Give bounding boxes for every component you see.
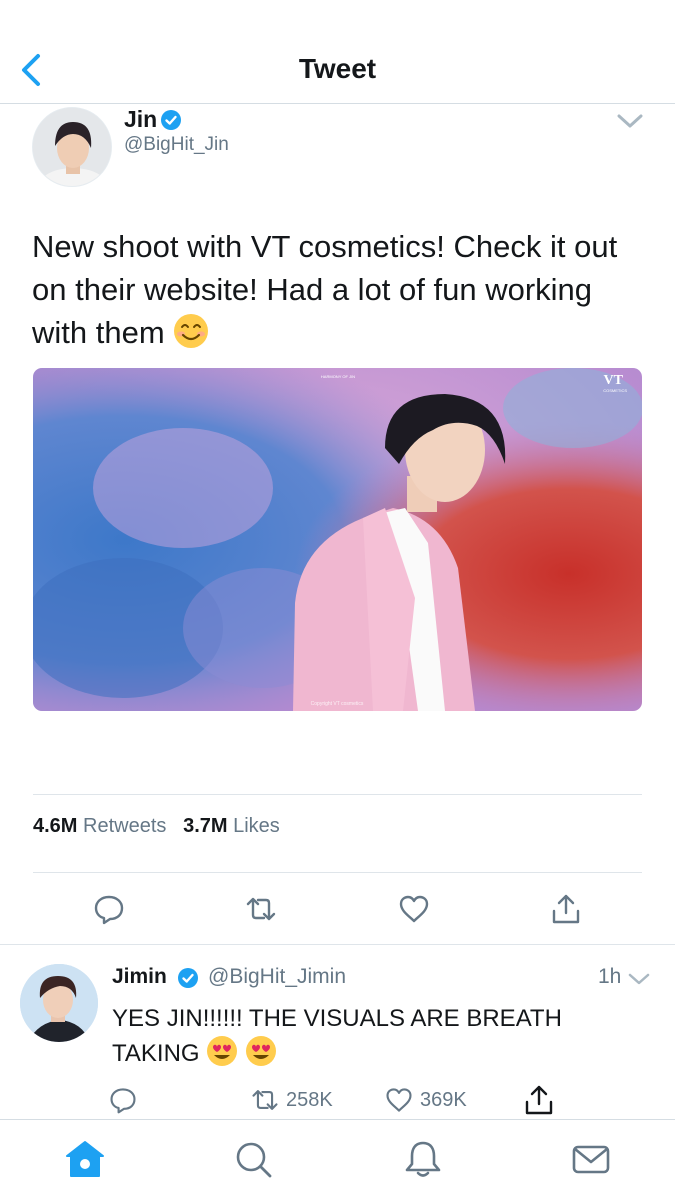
retweet-icon	[252, 1090, 278, 1110]
chevron-down-icon[interactable]	[612, 108, 648, 134]
reply-author-name[interactable]: Jimin	[112, 965, 167, 989]
verified-badge-icon	[161, 110, 181, 130]
heart-eyes-emoji-icon	[245, 1036, 276, 1066]
tweet-text-body: New shoot with VT cosmetics! Check it ou…	[32, 229, 618, 350]
retweets-stat[interactable]: 4.6M Retweets	[33, 815, 166, 837]
heart-icon[interactable]	[397, 892, 431, 926]
reply-retweet-button[interactable]: 258K	[250, 1084, 333, 1116]
likes-stat[interactable]: 3.7M Likes	[183, 815, 280, 837]
divider	[33, 872, 642, 873]
jimin-avatar[interactable]	[20, 964, 98, 1042]
reply-reply-button[interactable]	[108, 1084, 138, 1116]
divider	[33, 794, 642, 795]
reply-text-body: YES JIN!!!!!! THE VISUALS ARE BREATH TAK…	[112, 1005, 562, 1067]
tweet-media-image[interactable]: VT COSMETICS HARMONY OF JIN Copyright VT…	[33, 368, 642, 711]
reply-text: YES JIN!!!!!! THE VISUALS ARE BREATH TAK…	[112, 1003, 642, 1070]
home-icon[interactable]	[64, 1138, 106, 1180]
media-brand-sub: COSMETICS	[603, 388, 627, 393]
retweet-icon[interactable]	[244, 892, 278, 926]
retweets-label: Retweets	[83, 815, 167, 837]
heart-icon	[386, 1088, 412, 1112]
tweet-detail-screen: Tweet Jin @BigHit_Jin New shoot with VT …	[0, 0, 675, 1200]
reply-retweet-count: 258K	[286, 1088, 333, 1111]
reply-share-button[interactable]	[522, 1084, 556, 1116]
reply-like-count: 369K	[420, 1088, 467, 1111]
page-title: Tweet	[298, 53, 377, 84]
media-brand-text: VT	[604, 373, 624, 388]
search-icon[interactable]	[232, 1138, 274, 1180]
mail-icon[interactable]	[570, 1138, 612, 1180]
media-copyright: Copyright VT cosmetics	[311, 701, 364, 707]
retweets-count: 4.6M	[33, 815, 78, 837]
smiling-face-emoji-icon	[174, 314, 209, 348]
reply-like-button[interactable]: 369K	[384, 1084, 467, 1116]
author-handle[interactable]: @BigHit_Jin	[124, 134, 229, 156]
reply-icon[interactable]	[92, 892, 126, 926]
verified-badge-icon	[178, 968, 198, 988]
reply-timestamp: 1h	[598, 965, 622, 988]
tweet-text: New shoot with VT cosmetics! Check it ou…	[32, 225, 647, 354]
bell-icon[interactable]	[402, 1138, 444, 1180]
media-top-label: HARMONY OF JIN	[321, 374, 355, 379]
share-icon[interactable]	[549, 892, 583, 926]
reply-author-handle[interactable]: @BigHit_Jimin	[208, 965, 346, 989]
jin-avatar[interactable]	[32, 107, 112, 187]
reply-icon	[110, 1088, 136, 1114]
author-name[interactable]: Jin	[124, 106, 157, 133]
chevron-down-icon[interactable]	[626, 970, 652, 988]
share-icon	[525, 1085, 553, 1115]
likes-count: 3.7M	[183, 815, 228, 837]
likes-label: Likes	[233, 815, 280, 837]
section-divider	[0, 944, 675, 945]
header-bar: Tweet	[0, 0, 675, 104]
engagement-stats: 4.6M Retweets 3.7M Likes	[33, 815, 280, 838]
heart-eyes-emoji-icon	[207, 1036, 238, 1066]
